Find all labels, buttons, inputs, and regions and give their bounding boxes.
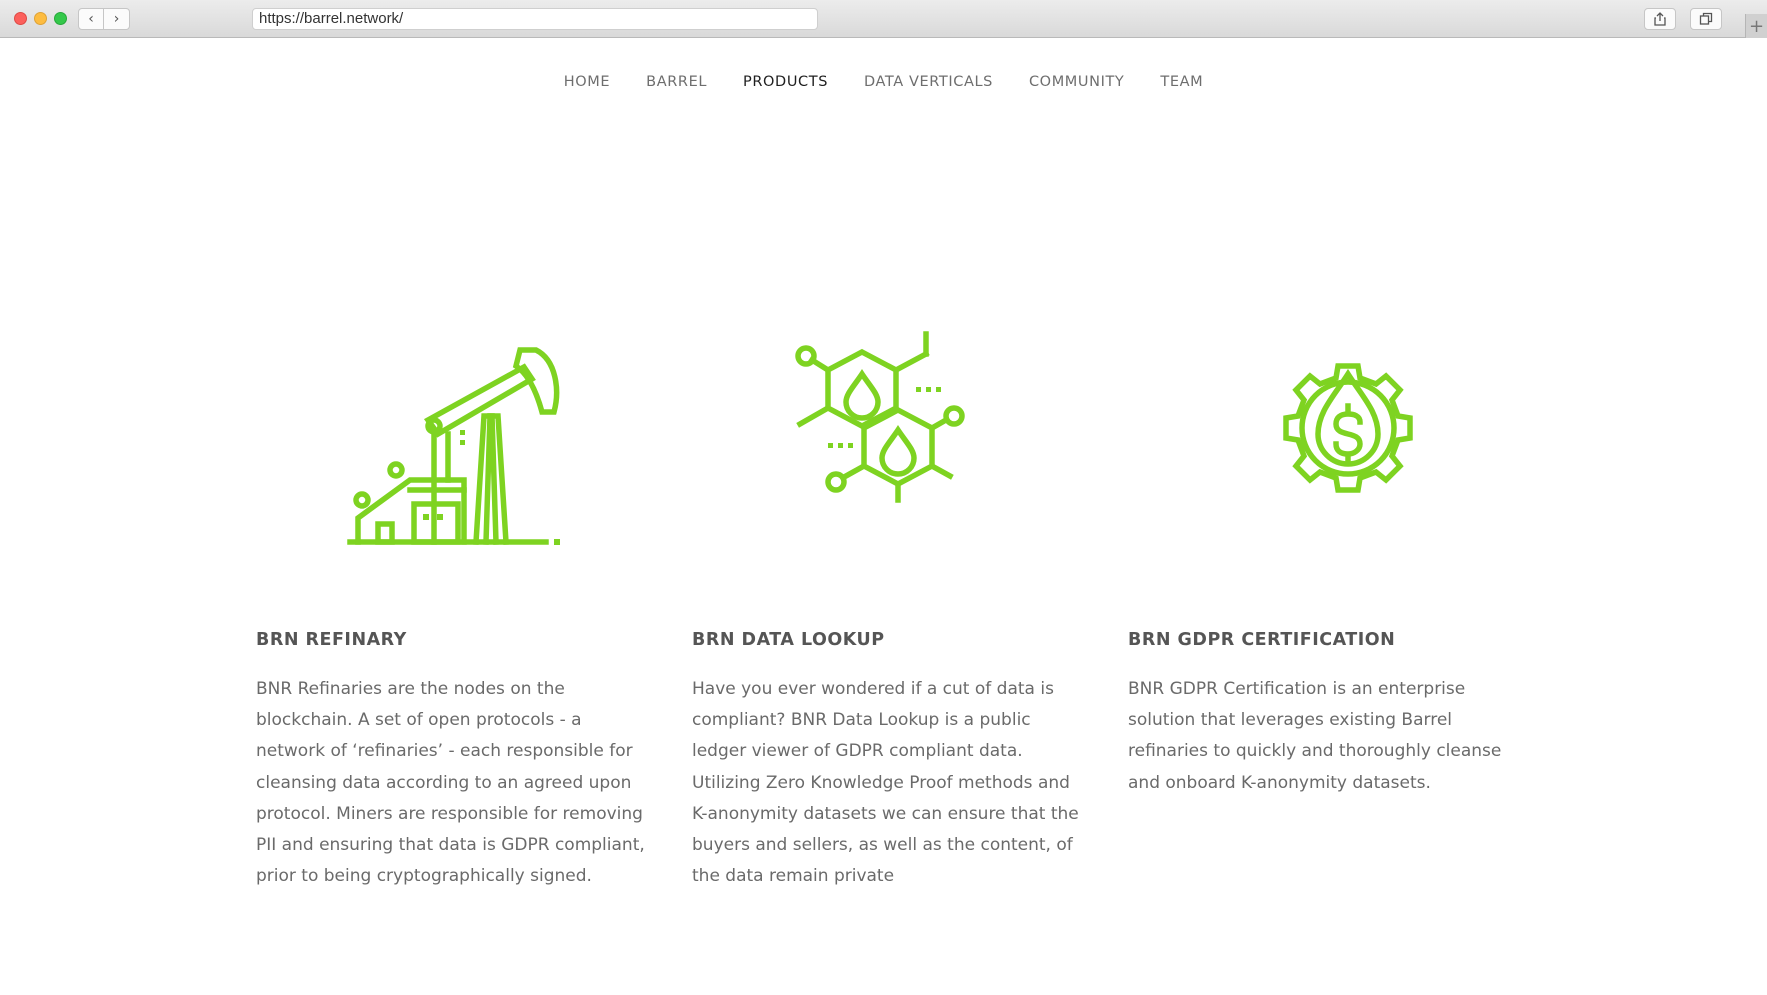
nav-item-community[interactable]: COMMUNITY [1029, 74, 1124, 90]
product-icon-container [346, 330, 566, 550]
show-tabs-button[interactable] [1690, 8, 1722, 30]
product-description: BNR GDPR Certification is an enterprise … [1128, 679, 1502, 793]
product-icon-container [790, 330, 1010, 550]
product-title: BRN REFINARY [256, 630, 407, 650]
browser-toolbar: ‹ › https://barrel.network/ + [0, 0, 1767, 38]
zoom-window-button[interactable] [54, 12, 67, 25]
nav-item-products[interactable]: PRODUCTS [743, 74, 828, 90]
forward-button[interactable]: › [104, 8, 130, 30]
minimize-window-button[interactable] [34, 12, 47, 25]
product-title: BRN DATA LOOKUP [692, 630, 885, 650]
gear-dollar-droplet-icon [1283, 363, 1413, 493]
address-bar[interactable]: https://barrel.network/ [252, 8, 818, 30]
plus-icon: + [1748, 15, 1765, 37]
back-button[interactable]: ‹ [78, 8, 104, 30]
nav-item-team[interactable]: TEAM [1160, 74, 1203, 90]
close-window-button[interactable] [14, 12, 27, 25]
product-description: Have you ever wondered if a cut of data … [692, 679, 1079, 887]
product-description: BNR Refinaries are the nodes on the bloc… [256, 679, 645, 887]
share-icon [1654, 12, 1666, 26]
nav-item-barrel[interactable]: BARREL [646, 74, 707, 90]
product-icon-container [1238, 330, 1458, 550]
chevron-right-icon: › [113, 11, 120, 27]
main-nav: HOME BARREL PRODUCTS DATA VERTICALS COMM… [0, 74, 1767, 90]
share-button[interactable] [1644, 8, 1676, 30]
oil-pump-refinery-icon [347, 347, 560, 545]
nav-item-data-verticals[interactable]: DATA VERTICALS [864, 74, 993, 90]
tabs-overview-icon [1699, 12, 1713, 25]
hexagon-droplets-network-icon [795, 331, 965, 503]
url-text: https://barrel.network/ [259, 10, 404, 27]
new-tab-button[interactable]: + [1745, 14, 1767, 38]
product-title: BRN GDPR CERTIFICATION [1128, 630, 1396, 650]
nav-item-home[interactable]: HOME [564, 74, 610, 90]
chevron-left-icon: ‹ [88, 11, 94, 27]
